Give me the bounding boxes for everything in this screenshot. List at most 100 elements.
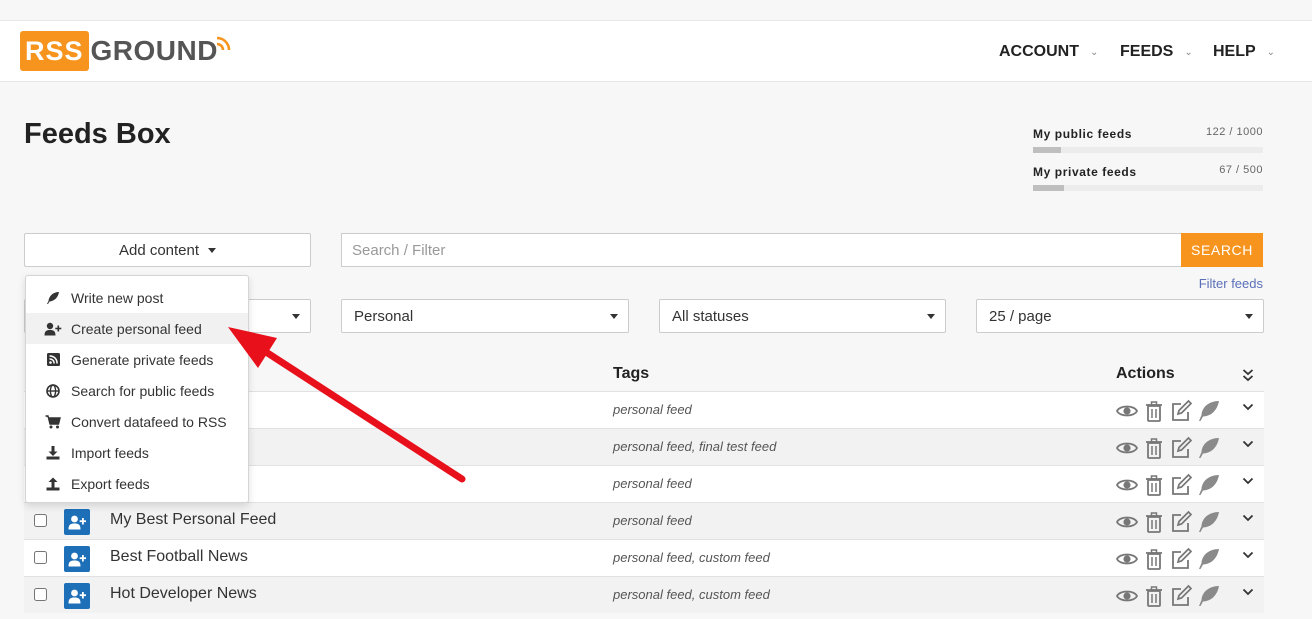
view-icon[interactable] xyxy=(1115,547,1139,571)
personal-feed-icon xyxy=(64,546,90,572)
menu-item-search-public-feeds[interactable]: Search for public feeds xyxy=(26,375,248,406)
table-row[interactable]: My Best Personal Feed personal feed xyxy=(24,502,1264,539)
menu-item-label: Write new post xyxy=(71,289,164,306)
delete-icon[interactable] xyxy=(1142,399,1166,423)
expand-row-icon[interactable] xyxy=(1242,548,1254,560)
expand-row-icon[interactable] xyxy=(1242,474,1254,486)
caret-down-icon xyxy=(610,314,618,319)
edit-icon[interactable] xyxy=(1169,584,1193,608)
menu-item-label: Search for public feeds xyxy=(71,382,215,399)
row-checkbox[interactable] xyxy=(34,551,47,564)
top-strip xyxy=(0,0,1312,20)
feather-icon xyxy=(44,290,62,306)
logo-rss: RSS xyxy=(20,31,89,71)
page-title: Feeds Box xyxy=(24,118,171,150)
nav-help[interactable]: HELP ⌄ xyxy=(1213,21,1275,83)
feather-icon[interactable] xyxy=(1197,547,1221,571)
view-icon[interactable] xyxy=(1115,436,1139,460)
add-content-button[interactable]: Add content xyxy=(24,233,311,267)
menu-item-import-feeds[interactable]: Import feeds xyxy=(26,437,248,468)
private-feeds-label: My private feeds xyxy=(1033,165,1137,179)
cart-icon xyxy=(44,414,62,430)
personal-feed-icon xyxy=(64,583,90,609)
expand-row-icon[interactable] xyxy=(1242,585,1254,597)
caret-down-icon xyxy=(292,314,300,319)
menu-item-label: Generate private feeds xyxy=(71,351,214,368)
edit-icon[interactable] xyxy=(1169,436,1193,460)
menu-item-label: Export feeds xyxy=(71,475,150,492)
chevron-down-icon: ⌄ xyxy=(1266,46,1276,58)
status-value: All statuses xyxy=(672,307,749,325)
logo[interactable]: RSS GROUND xyxy=(20,31,231,71)
globe-icon xyxy=(44,383,62,399)
caret-down-icon xyxy=(927,314,935,319)
expand-all-icon[interactable] xyxy=(1242,368,1254,382)
caret-down-icon xyxy=(1245,314,1253,319)
rss-wave-icon xyxy=(216,36,231,50)
delete-icon[interactable] xyxy=(1142,547,1166,571)
delete-icon[interactable] xyxy=(1142,473,1166,497)
view-icon[interactable] xyxy=(1115,399,1139,423)
expand-row-icon[interactable] xyxy=(1242,511,1254,523)
nav-feeds-label: FEEDS xyxy=(1120,43,1174,60)
menu-item-create-personal-feed[interactable]: Create personal feed xyxy=(26,313,248,344)
view-icon[interactable] xyxy=(1115,584,1139,608)
search-input[interactable] xyxy=(341,233,1181,267)
actions-header: Actions xyxy=(1116,365,1175,382)
feed-tags: personal feed, custom feed xyxy=(613,550,770,565)
feather-icon[interactable] xyxy=(1197,584,1221,608)
feed-name[interactable]: Best Football News xyxy=(110,548,248,566)
expand-row-icon[interactable] xyxy=(1242,400,1254,412)
nav-account-label: ACCOUNT xyxy=(999,43,1079,60)
nav-account[interactable]: ACCOUNT ⌄ xyxy=(999,21,1098,83)
feather-icon[interactable] xyxy=(1197,510,1221,534)
feed-tags: personal feed xyxy=(613,476,692,491)
public-feeds-count: 122 / 1000 xyxy=(1206,126,1263,138)
feed-tags: personal feed xyxy=(613,402,692,417)
row-checkbox[interactable] xyxy=(34,588,47,601)
tags-header: Tags xyxy=(613,365,650,382)
per-page-value: 25 / page xyxy=(989,307,1052,325)
menu-item-label: Convert datafeed to RSS xyxy=(71,413,227,430)
add-content-menu: Write new post Create personal feed Gene… xyxy=(25,275,249,503)
view-icon[interactable] xyxy=(1115,473,1139,497)
menu-item-write-post[interactable]: Write new post xyxy=(26,282,248,313)
delete-icon[interactable] xyxy=(1142,510,1166,534)
menu-item-generate-private-feeds[interactable]: Generate private feeds xyxy=(26,344,248,375)
feed-name[interactable]: My Best Personal Feed xyxy=(110,511,276,529)
feed-type-value: Personal xyxy=(354,307,414,325)
menu-item-export-feeds[interactable]: Export feeds xyxy=(26,468,248,499)
logo-ground: GROUND xyxy=(90,35,218,66)
view-icon[interactable] xyxy=(1115,510,1139,534)
expand-row-icon[interactable] xyxy=(1242,437,1254,449)
chevron-down-icon: ⌄ xyxy=(1184,46,1193,58)
delete-icon[interactable] xyxy=(1142,436,1166,460)
per-page-select[interactable]: 25 / page xyxy=(976,299,1264,333)
user-plus-icon xyxy=(44,321,62,337)
feather-icon[interactable] xyxy=(1197,399,1221,423)
row-checkbox[interactable] xyxy=(34,514,47,527)
menu-item-convert-datafeed[interactable]: Convert datafeed to RSS xyxy=(26,406,248,437)
feather-icon[interactable] xyxy=(1197,473,1221,497)
menu-item-label: Import feeds xyxy=(71,444,149,461)
add-content-label: Add content xyxy=(118,241,200,259)
filter-feeds-link[interactable]: Filter feeds xyxy=(1199,276,1263,291)
search-button[interactable]: SEARCH xyxy=(1181,233,1263,267)
table-row[interactable]: Best Football News personal feed, custom … xyxy=(24,539,1264,576)
feed-name[interactable]: Hot Developer News xyxy=(110,585,257,603)
edit-icon[interactable] xyxy=(1169,399,1193,423)
nav-feeds[interactable]: FEEDS ⌄ xyxy=(1120,21,1193,83)
delete-icon[interactable] xyxy=(1142,584,1166,608)
edit-icon[interactable] xyxy=(1169,473,1193,497)
private-feeds-count: 67 / 500 xyxy=(1219,164,1263,176)
edit-icon[interactable] xyxy=(1169,547,1193,571)
nav-help-label: HELP xyxy=(1213,43,1256,60)
table-row[interactable]: Hot Developer News personal feed, custom … xyxy=(24,576,1264,613)
feed-type-select[interactable]: Personal xyxy=(341,299,629,333)
edit-icon[interactable] xyxy=(1169,510,1193,534)
feather-icon[interactable] xyxy=(1197,436,1221,460)
status-select[interactable]: All statuses xyxy=(659,299,946,333)
feed-tags: personal feed, final test feed xyxy=(613,439,777,454)
private-feeds-bar xyxy=(1033,185,1263,191)
download-icon xyxy=(44,445,62,461)
